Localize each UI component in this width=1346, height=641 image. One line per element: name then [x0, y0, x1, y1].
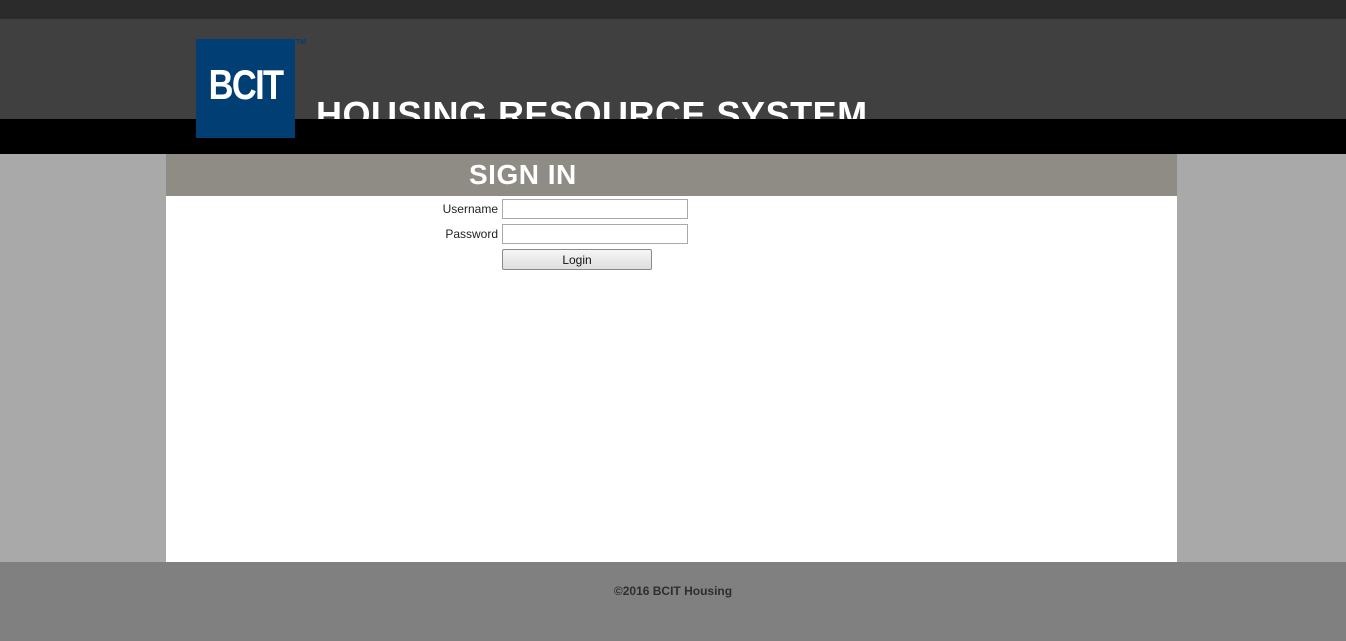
bcit-logo: BCIT — [196, 39, 295, 138]
logo-trademark: TM — [296, 39, 307, 46]
footer: ©2016 BCIT Housing — [0, 562, 1346, 641]
signin-title: SIGN IN — [469, 159, 577, 190]
main-content: SIGN IN Username Password Login — [166, 154, 1177, 562]
password-input[interactable] — [502, 224, 688, 244]
username-label: Username — [442, 202, 498, 216]
password-label: Password — [445, 227, 498, 241]
logo-text: BCIT — [208, 61, 284, 108]
username-input[interactable] — [502, 199, 688, 219]
top-strip — [0, 0, 1346, 19]
footer-copyright: ©2016 BCIT Housing — [613, 584, 733, 598]
login-button[interactable]: Login — [502, 249, 652, 270]
signin-header: SIGN IN — [166, 154, 1177, 196]
